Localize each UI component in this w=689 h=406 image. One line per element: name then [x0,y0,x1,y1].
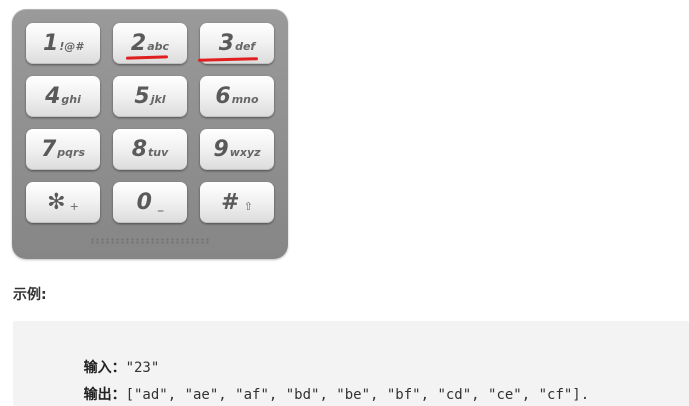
key-letters: abc [147,40,170,53]
key-7[interactable]: 7 pqrs [26,129,100,170]
key-digit: 3 [218,30,235,56]
example-heading: 示例: [13,287,47,303]
key-hash[interactable]: # ⇧ [200,182,274,223]
key-5[interactable]: 5 jkl [113,76,187,117]
example-output-line: 输出：["ad", "ae", "af", "bd", "be", "bf", … [33,368,590,406]
page: 1 !@# 2 abc 3 def 4 ghi 5 jkl 6 mno 7 pq… [0,0,689,406]
key-digit: 5 [134,83,150,109]
key-letters: ghi [61,93,81,106]
key-0[interactable]: 0 _ [113,182,187,223]
key-letters: jkl [150,93,166,106]
key-letters: pqrs [57,146,86,159]
key-digit: 9 [213,136,229,162]
phone-keypad-image: 1 !@# 2 abc 3 def 4 ghi 5 jkl 6 mno 7 pq… [12,9,288,259]
key-star[interactable]: ✻ + [26,182,100,223]
key-letters: wxyz [229,146,261,159]
key-letters: !@# [59,40,83,53]
speaker-grill [90,238,210,244]
space-icon: _ [157,199,164,212]
asterisk-icon: ✻ [47,189,66,215]
output-value: ["ad", "ae", "af", "bd", "be", "bf", "cd… [125,387,590,403]
key-digit: 6 [215,83,231,109]
plus-icon: + [69,200,79,213]
key-digit: 7 [40,136,57,162]
key-8[interactable]: 8 tuv [113,129,187,170]
key-letters: mno [231,93,259,106]
key-digit: 1 [43,30,59,56]
hash-icon: # [221,189,240,215]
key-digit: 8 [131,136,148,162]
key-letters: tuv [148,146,169,159]
output-label: 输出： [83,387,126,403]
key-digit: 2 [130,30,147,56]
key-6[interactable]: 6 mno [200,76,274,117]
key-digit: 4 [45,83,61,109]
key-4[interactable]: 4 ghi [26,76,100,117]
key-9[interactable]: 9 wxyz [200,129,274,170]
shift-icon: ⇧ [243,200,253,213]
key-digit: 0 [136,189,152,215]
key-1[interactable]: 1 !@# [26,23,100,64]
key-letters: def [235,40,256,53]
example-code-block: 输入："23" 输出：["ad", "ae", "af", "bd", "be"… [13,321,689,406]
